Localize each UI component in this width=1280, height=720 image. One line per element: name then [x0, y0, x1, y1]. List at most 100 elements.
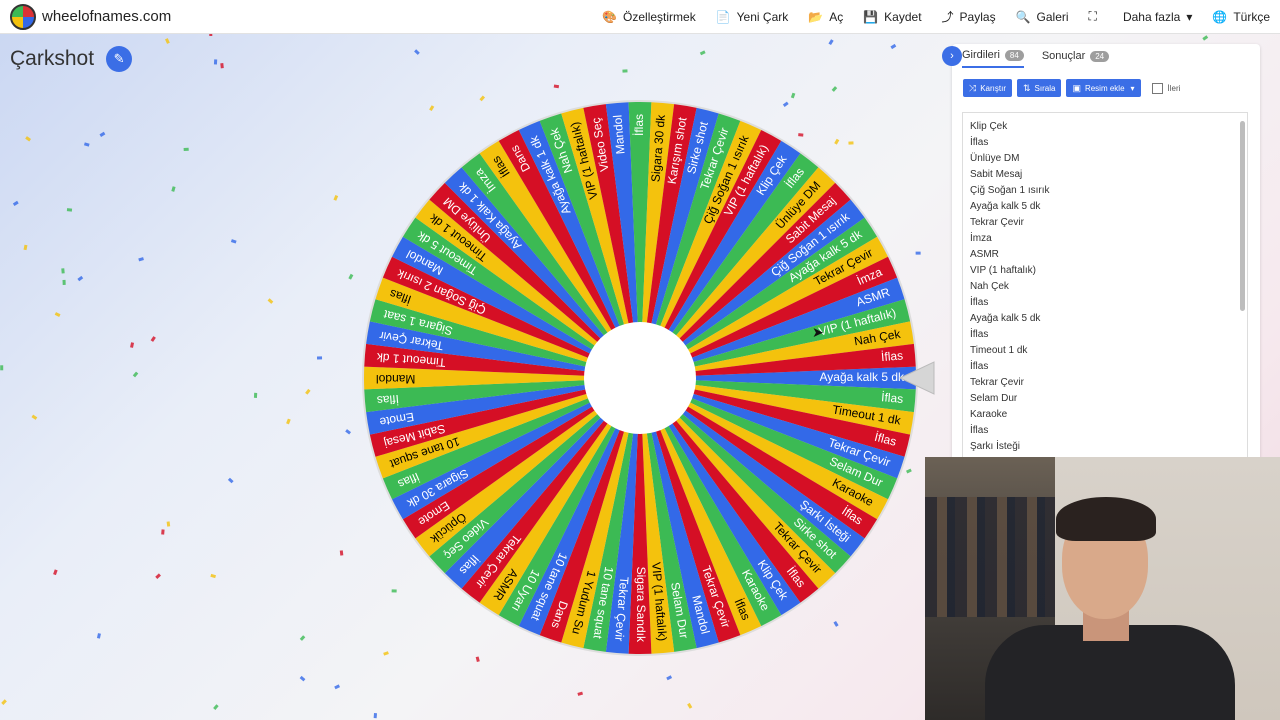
confetti-piece: [339, 550, 344, 556]
tab-entries[interactable]: Girdileri 84: [962, 44, 1024, 68]
confetti-piece: [83, 142, 90, 147]
nav-item-0[interactable]: 🎨 Özelleştirmek: [602, 10, 696, 24]
entry-line: Çiğ Soğan 1 ısırık: [970, 185, 1050, 196]
nav-item-2[interactable]: 📂 Aç: [808, 10, 843, 24]
entry-line: Ayağa kalk 5 dk: [970, 313, 1041, 324]
advanced-toggle[interactable]: İleri: [1151, 82, 1180, 94]
entry-line: ASMR: [970, 249, 999, 260]
entry-line: İflas: [970, 329, 989, 340]
confetti-piece: [317, 356, 323, 360]
confetti-piece: [0, 365, 4, 371]
confetti-piece: [210, 573, 216, 579]
share-icon: ⤴: [941, 10, 954, 24]
image-icon: ▣: [1072, 82, 1081, 93]
collapse-panel-button[interactable]: ›: [942, 46, 962, 66]
confetti-piece: [334, 684, 341, 690]
entry-line: İflas: [970, 297, 989, 308]
add-image-button[interactable]: ▣ Resim ekle ▾: [1066, 79, 1141, 97]
nav-label: Paylaş: [959, 9, 996, 24]
sort-label: Sırala: [1034, 83, 1056, 93]
confetti-piece: [230, 239, 237, 244]
confetti-piece: [171, 186, 176, 192]
site-name: wheelofnames.com: [42, 8, 172, 25]
wheel-center-button[interactable]: [584, 322, 696, 434]
confetti-piece: [77, 275, 84, 282]
tab-results-count: 24: [1090, 50, 1110, 62]
confetti-piece: [96, 633, 101, 639]
confetti-piece: [373, 712, 377, 719]
tab-results[interactable]: Sonuçlar 24: [1041, 50, 1110, 62]
wheel[interactable]: Ayağa kalk 5 dkİflasTimeout 1 dkİflasTek…: [360, 98, 920, 658]
nav-item-5[interactable]: 🔍 Galeri: [1016, 10, 1069, 24]
entry-line: İmza: [970, 233, 992, 244]
sort-icon: ⇅: [1022, 82, 1031, 93]
confetti-piece: [553, 84, 560, 89]
entry-line: İflas: [970, 425, 989, 436]
shuffle-icon: ⤨: [969, 82, 977, 93]
pencil-icon: ✎: [113, 51, 125, 66]
entry-line: İflas: [970, 137, 989, 148]
nav-item-8[interactable]: 🌐 Türkçe: [1212, 10, 1270, 24]
globe-icon: 🌐: [1212, 9, 1228, 24]
confetti-piece: [53, 569, 58, 576]
wheel-segment-label: İflas: [376, 392, 399, 408]
tab-results-label: Sonuçlar: [1041, 50, 1086, 62]
confetti-piece: [348, 273, 354, 280]
shuffle-button[interactable]: ⤨ Karıştır: [963, 79, 1012, 97]
wheel-segment-label: Sigara Sandık: [634, 567, 648, 643]
nav-menu: 🎨 Özelleştirmek 📄 Yeni Çark 📂 Aç 💾 Kaydet ⤴ Payla…: [582, 0, 1270, 33]
brand[interactable]: wheelofnames.com: [10, 3, 172, 30]
advanced-checkbox[interactable]: [1151, 82, 1163, 94]
confetti-piece: [31, 414, 38, 420]
file-icon: 📄: [715, 9, 731, 24]
tab-entries-count: 84: [1004, 49, 1024, 61]
chevron-down-icon: ▾: [1186, 9, 1193, 24]
confetti-piece: [66, 208, 73, 212]
confetti-piece: [213, 704, 219, 710]
confetti-piece: [299, 675, 306, 682]
title-area: Çarkshot ✎: [10, 46, 133, 72]
nav-item-4[interactable]: ⤴ Paylaş: [942, 8, 996, 25]
confetti-piece: [23, 244, 28, 251]
sort-button[interactable]: ⇅ Sırala: [1016, 79, 1062, 97]
wheel-segment-label: Ayağa kalk 5 dk: [820, 370, 905, 384]
nav-item-6[interactable]: ⛶: [1089, 9, 1103, 24]
confetti-piece: [666, 675, 673, 681]
nav-item-7[interactable]: Daha fazla ▾: [1123, 10, 1192, 24]
entry-line: Klip Çek: [970, 121, 1008, 132]
wheel-pointer-icon: [898, 361, 935, 395]
confetti-piece: [165, 38, 170, 44]
entry-line: Timeout 1 dk: [970, 345, 1028, 356]
confetti-piece: [61, 268, 65, 274]
entry-line: Selam Dur: [970, 393, 1018, 404]
confetti-piece: [414, 49, 420, 55]
entry-line: Ünlüye DM: [970, 153, 1020, 164]
confetti-piece: [299, 635, 306, 641]
confetti-piece: [150, 336, 156, 342]
panel-tabs: › Girdileri 84 Sonuçlar 24: [942, 44, 1260, 68]
nav-label: Aç: [829, 9, 844, 24]
fullscreen-icon: ⛶: [1088, 9, 1097, 23]
confetti-piece: [890, 43, 897, 50]
nav-label: Kaydet: [884, 9, 922, 24]
edit-title-button[interactable]: ✎: [106, 46, 133, 72]
confetti-piece: [253, 392, 258, 398]
confetti-piece: [12, 200, 19, 206]
entry-line: Karaoke: [970, 409, 1008, 420]
top-navbar: wheelofnames.com 🎨 Özelleştirmek 📄 Yeni Çar…: [0, 0, 1280, 34]
nav-item-3[interactable]: 💾 Kaydet: [863, 10, 921, 24]
confetti-piece: [155, 573, 161, 580]
confetti-piece: [305, 388, 311, 395]
nav-label: Yeni Çark: [736, 9, 789, 24]
confetti-piece: [1202, 35, 1209, 41]
entries-scrollbar[interactable]: [1240, 121, 1245, 311]
confetti-piece: [130, 342, 135, 348]
confetti-piece: [132, 371, 139, 378]
confetti-piece: [831, 86, 838, 92]
confetti-piece: [161, 529, 165, 535]
nav-item-1[interactable]: 📄 Yeni Çark: [716, 10, 789, 24]
entries-textarea[interactable]: Klip Çek İflas Ünlüye DM Sabit Mesaj Çiğ Soğ…: [962, 112, 1248, 462]
confetti-piece: [622, 69, 628, 73]
entry-line: Tekrar Çevir: [970, 217, 1024, 228]
nav-label: Türkçe: [1233, 9, 1270, 24]
